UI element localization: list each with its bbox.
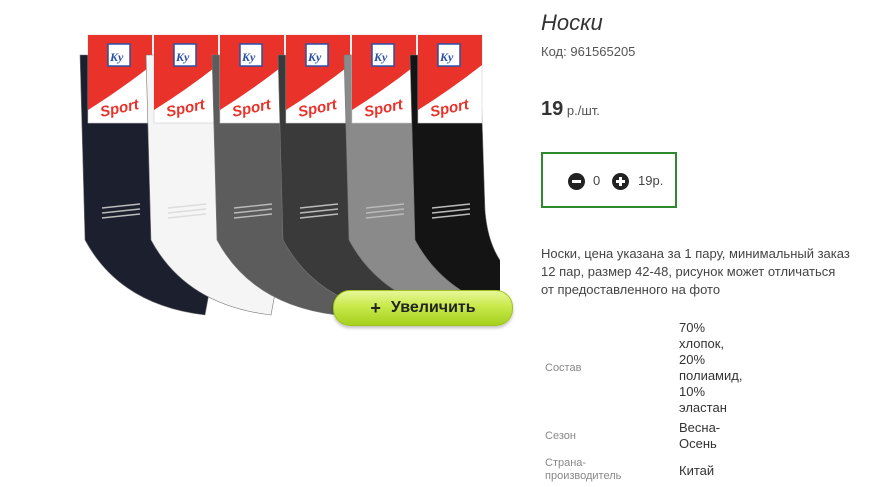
product-code: Код: 961565205 bbox=[541, 44, 635, 59]
tag-brand: Ky bbox=[307, 50, 322, 64]
product-code-label: Код: bbox=[541, 44, 567, 59]
spec-value-season: Весна- Осень bbox=[679, 420, 769, 452]
tag-brand: Ky bbox=[175, 50, 190, 64]
spec-value-composition: 70% хлопок, 20% полиамид, 10% эластан bbox=[679, 320, 769, 416]
spec-line: Китай bbox=[679, 463, 715, 478]
product-code-value: 961565205 bbox=[570, 44, 636, 59]
spec-line: полиамид, bbox=[679, 368, 743, 383]
spec-line: 10% bbox=[679, 384, 706, 399]
spec-line: Весна- bbox=[679, 420, 721, 435]
spec-label-season: Сезон bbox=[545, 430, 576, 442]
quantity-value[interactable]: 0 bbox=[593, 173, 600, 188]
spec-line: хлопок, bbox=[679, 336, 725, 351]
cart-total: 19р. bbox=[638, 173, 664, 188]
spec-label-country: Страна- производитель bbox=[545, 457, 655, 483]
tag-brand: Ky bbox=[373, 50, 388, 64]
product-description: Носки, цена указана за 1 пару, минимальн… bbox=[541, 246, 850, 297]
tag-brand: Ky bbox=[241, 50, 256, 64]
spec-line: эластан bbox=[679, 400, 727, 415]
plus-icon: + bbox=[370, 297, 381, 318]
product-price: 19 р./шт. bbox=[541, 98, 600, 121]
spec-label-line: Страна- bbox=[545, 457, 587, 469]
zoom-button-label: Увеличить bbox=[390, 299, 476, 316]
spec-value-country: Китай bbox=[679, 463, 769, 479]
minus-circle-icon[interactable] bbox=[568, 173, 585, 190]
zoom-button[interactable]: + Увеличить bbox=[333, 290, 513, 326]
product-image[interactable]: Ky Sport Ky Sport Ky Sport Ky Sport Ky Sport Ky Spo… bbox=[70, 30, 500, 325]
price-unit: р./шт. bbox=[566, 103, 600, 118]
price-value: 19 bbox=[541, 98, 564, 120]
tag-brand: Ky bbox=[109, 50, 124, 64]
plus-circle-icon[interactable] bbox=[612, 173, 629, 190]
spec-line: 20% bbox=[679, 352, 706, 367]
tag-brand: Ky bbox=[439, 50, 454, 64]
spec-label-composition: Состав bbox=[545, 362, 582, 374]
spec-line: Осень bbox=[679, 436, 717, 451]
spec-line: 70% bbox=[679, 320, 706, 335]
cart-quantity-box: 0 19р. bbox=[541, 152, 677, 208]
socks-photo: KySportKySportKySportKySportKySportKySpo… bbox=[79, 34, 500, 316]
product-title: Носки bbox=[541, 10, 603, 35]
spec-label-line: производитель bbox=[545, 470, 622, 482]
